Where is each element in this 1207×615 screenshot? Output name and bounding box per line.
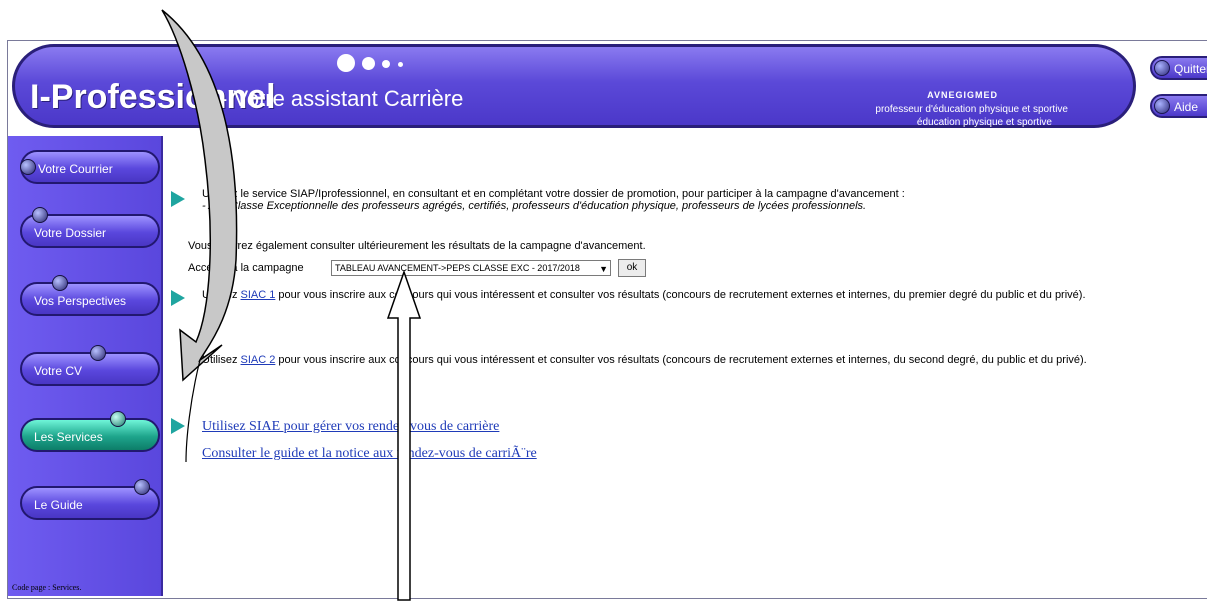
app-header: I-Professionnel - Votre assistant Carriè… <box>12 44 1148 134</box>
sidebar-item-label: Les Services <box>34 430 103 444</box>
sidebar-item-services[interactable]: Les Services <box>20 411 160 452</box>
chevron-down-icon: ▼ <box>599 264 608 274</box>
help-label: Aide <box>1174 100 1199 114</box>
user-role: professeur d'éducation physique et sport… <box>875 104 1068 115</box>
user-department: éducation physique et sportive <box>916 117 1052 128</box>
nav-ball-icon <box>32 207 48 223</box>
nav-ball-icon <box>90 345 106 361</box>
sidebar-item-guide[interactable]: Le Guide <box>20 479 160 520</box>
quit-label: Quitter <box>1174 62 1207 76</box>
sidebar-item-label: Votre CV <box>34 364 83 378</box>
siap-intro-text: Utilisez le service SIAP/Iprofessionnel,… <box>202 188 905 200</box>
sidebar-item-label: Le Guide <box>34 498 83 512</box>
campaign-access-label: Accéder à la campagne <box>188 262 304 274</box>
campaign-select[interactable]: TABLEAU AVANCEMENT->PEPS CLASSE EXC - 20… <box>331 260 611 276</box>
siap-class-text: - A la Classe Exceptionnelle des profess… <box>202 200 867 212</box>
sidebar-item-label: Votre Courrier <box>38 162 113 176</box>
code-page-label: Code page : Services. <box>12 583 82 592</box>
nav-ball-icon <box>52 275 68 291</box>
guide-notice-link[interactable]: Consulter le guide et la notice aux rend… <box>202 446 537 462</box>
decorative-dot <box>382 60 390 68</box>
sidebar-item-courrier[interactable]: Votre Courrier <box>20 150 160 184</box>
nav-ball-icon <box>20 159 36 175</box>
sidebar-item-label: Vos Perspectives <box>34 294 127 308</box>
siac1-line: Utilisez SIAC 1 pour vous inscrire aux c… <box>202 289 1086 301</box>
decorative-dot <box>337 54 355 72</box>
quit-button[interactable]: Quitter <box>1150 56 1207 80</box>
siac2-link[interactable]: SIAC 2 <box>241 354 276 366</box>
sidebar-item-cv[interactable]: Votre CV <box>20 345 160 386</box>
bullet-arrow-icon <box>171 191 185 207</box>
button-ball-icon <box>1154 98 1170 114</box>
sidebar-item-label: Votre Dossier <box>34 226 107 240</box>
decorative-dot <box>362 57 375 70</box>
button-ball-icon <box>1154 60 1170 76</box>
decorative-dot <box>398 62 403 67</box>
siac2-prefix: Utilisez <box>202 354 241 366</box>
ok-button[interactable]: ok <box>618 259 646 277</box>
siae-link[interactable]: Utilisez SIAE pour gérer vos rendez-vous… <box>202 419 499 435</box>
bullet-arrow-icon <box>171 290 185 306</box>
siac2-suffix: pour vous inscrire aux concours qui vous… <box>275 354 1087 366</box>
siac1-link[interactable]: SIAC 1 <box>241 289 276 301</box>
siac2-line: Utilisez SIAC 2 pour vous inscrire aux c… <box>202 354 1087 366</box>
results-text: Vous pourrez également consulter ultérie… <box>188 240 646 252</box>
sidebar-item-dossier[interactable]: Votre Dossier <box>20 207 160 248</box>
help-button[interactable]: Aide <box>1150 94 1207 118</box>
bullet-arrow-icon <box>171 418 185 434</box>
siac1-prefix: Utilisez <box>202 289 241 301</box>
user-name: AVNEGIGMED <box>927 90 998 100</box>
nav-ball-icon <box>110 411 126 427</box>
siac1-suffix: pour vous inscrire aux concours qui vous… <box>275 289 1086 301</box>
app-subtitle: - Votre assistant Carrière <box>220 86 464 111</box>
sidebar: Votre Courrier Votre Dossier Vos Perspec… <box>8 136 163 596</box>
nav-ball-icon <box>134 479 150 495</box>
sidebar-item-perspectives[interactable]: Vos Perspectives <box>20 275 160 316</box>
campaign-selected-value: TABLEAU AVANCEMENT->PEPS CLASSE EXC - 20… <box>335 263 580 273</box>
